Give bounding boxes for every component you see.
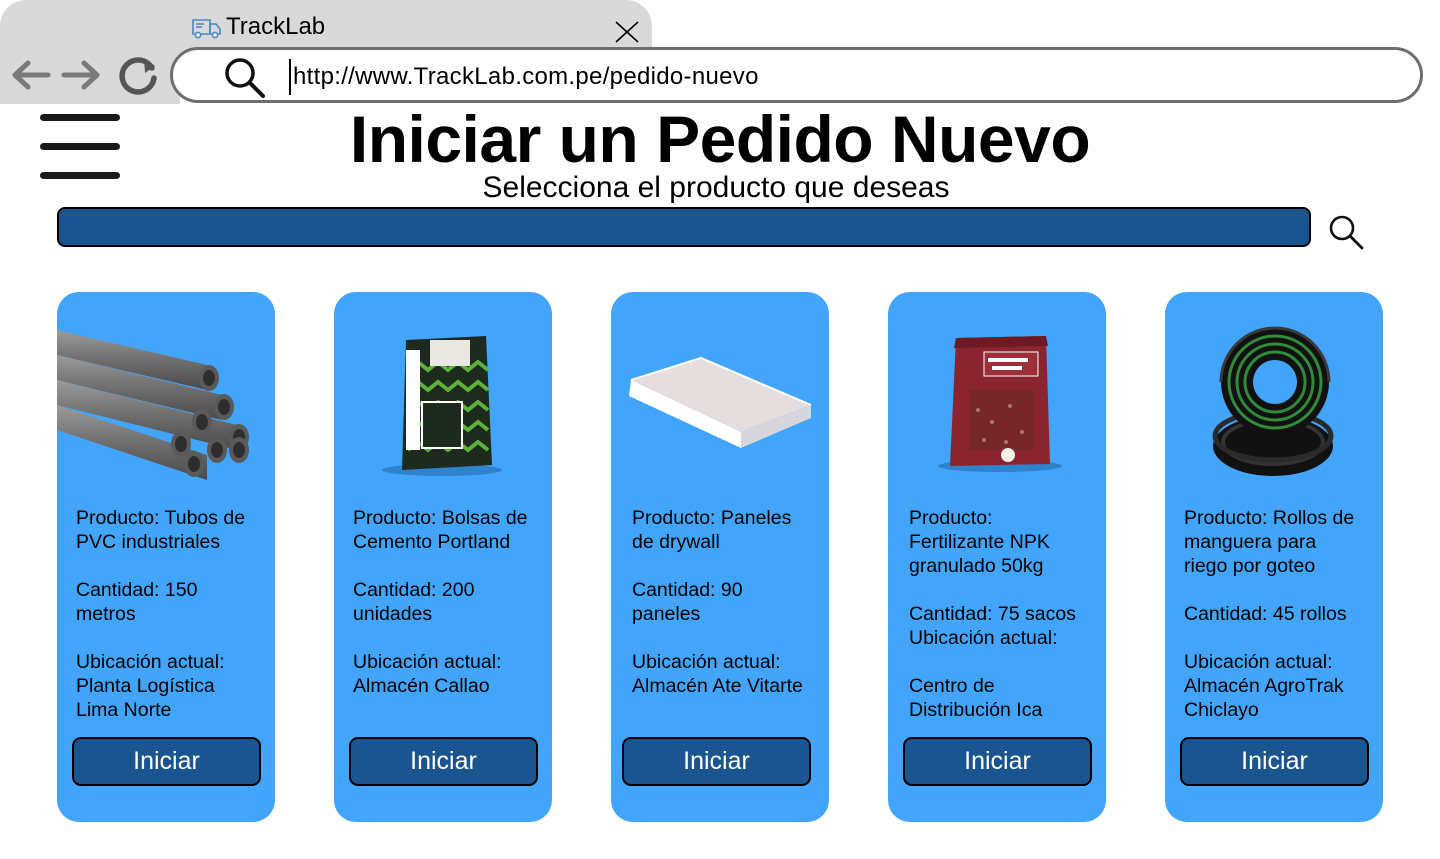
product-name: Producto: Paneles de drywall	[632, 507, 792, 553]
product-details: Producto: Rollos de manguera para riego …	[1184, 506, 1384, 722]
tab-title: TrackLab	[226, 13, 326, 40]
search-icon[interactable]	[1326, 212, 1366, 250]
product-name: Producto: Fertilizante NPK granulado 50k…	[909, 507, 1050, 577]
product-location: Centro de Distribución Ica	[909, 675, 1043, 721]
product-card: Producto: Rollos de manguera para riego …	[1165, 292, 1383, 822]
close-icon[interactable]	[612, 18, 642, 46]
product-card: Producto: Tubos de PVC industriales Cant…	[57, 292, 275, 822]
search-icon	[225, 58, 265, 98]
product-name: Producto: Rollos de manguera para riego …	[1184, 507, 1355, 577]
product-quantity: Cantidad: 150 metros	[76, 579, 198, 625]
product-card: Producto: Fertilizante NPK granulado 50k…	[888, 292, 1106, 822]
fertilizer-bag-image	[938, 336, 1062, 472]
product-card: Producto: Bolsas de Cemento Portland Can…	[334, 292, 552, 822]
product-details: Producto: Tubos de PVC industriales Cant…	[76, 506, 276, 722]
iniciar-button[interactable]: Iniciar	[1180, 737, 1369, 786]
product-quantity: Cantidad: 75 sacos Ubicación actual:	[909, 603, 1076, 649]
product-search-input[interactable]	[57, 207, 1311, 247]
cement-bag-image	[382, 336, 502, 476]
product-location: Ubicación actual: Almacén Ate Vitarte	[632, 651, 803, 697]
page-title: Iniciar un Pedido Nuevo	[349, 102, 1091, 176]
product-location: Ubicación actual: Planta Logística Lima …	[76, 651, 225, 721]
url-text[interactable]: http://www.TrackLab.com.pe/pedido-nuevo	[293, 62, 759, 92]
product-name: Producto: Tubos de PVC industriales	[76, 507, 246, 553]
arrow-left-icon[interactable]	[8, 54, 52, 96]
text-caret	[289, 59, 291, 95]
pvc-pipes-image	[57, 330, 249, 480]
page-subtitle: Selecciona el producto que deseas	[482, 171, 950, 204]
hose-roll-image	[1212, 326, 1334, 476]
product-details: Producto: Fertilizante NPK granulado 50k…	[909, 506, 1109, 722]
product-quantity: Cantidad: 45 rollos	[1184, 603, 1347, 625]
iniciar-button[interactable]: Iniciar	[349, 737, 538, 786]
product-details: Producto: Bolsas de Cemento Portland Can…	[353, 506, 553, 698]
arrow-right-icon[interactable]	[60, 54, 104, 96]
product-details: Producto: Paneles de drywall Cantidad: 9…	[632, 506, 832, 698]
product-card: Producto: Paneles de drywall Cantidad: 9…	[611, 292, 829, 822]
drywall-panel-image	[629, 356, 812, 448]
reload-icon[interactable]	[116, 54, 160, 96]
iniciar-button[interactable]: Iniciar	[903, 737, 1092, 786]
product-quantity: Cantidad: 200 unidades	[353, 579, 475, 625]
product-location: Ubicación actual: Almacén Callao	[353, 651, 502, 697]
product-location: Ubicación actual: Almacén AgroTrak Chicl…	[1184, 651, 1344, 721]
iniciar-button[interactable]: Iniciar	[622, 737, 811, 786]
product-name: Producto: Bolsas de Cemento Portland	[353, 507, 528, 553]
browser-window: TrackLab http://www.TrackLab.com.pe/pedi…	[0, 0, 1440, 859]
iniciar-button[interactable]: Iniciar	[72, 737, 261, 786]
truck-icon	[192, 19, 221, 39]
product-quantity: Cantidad: 90 paneles	[632, 579, 743, 625]
address-bar[interactable]: http://www.TrackLab.com.pe/pedido-nuevo	[170, 47, 1423, 103]
